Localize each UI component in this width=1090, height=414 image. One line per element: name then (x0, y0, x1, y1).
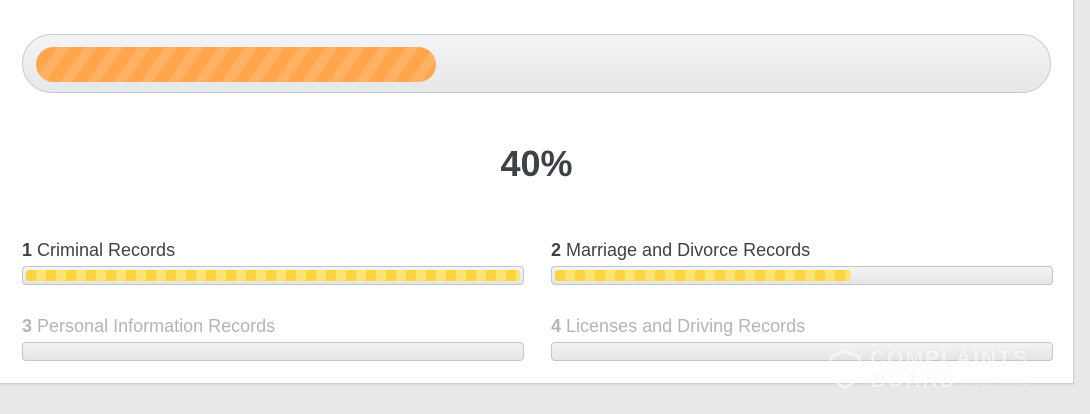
step-label: 3 Personal Information Records (22, 314, 524, 338)
step-progress-bar (22, 342, 524, 361)
step-progress-fill (555, 270, 851, 281)
step-label: 4 Licenses and Driving Records (551, 314, 1053, 338)
step-number: 4 (551, 316, 562, 336)
overall-progress-bar (22, 34, 1051, 93)
step-label: 1 Criminal Records (22, 238, 524, 262)
step-progress-fill (26, 270, 520, 281)
step-criminal-records: 1 Criminal Records (22, 238, 524, 285)
step-number: 3 (22, 316, 33, 336)
step-title: Criminal Records (37, 240, 176, 260)
step-title: Personal Information Records (37, 316, 276, 336)
step-number: 1 (22, 240, 33, 260)
step-progress-bar (22, 266, 524, 285)
step-progress-bar (551, 266, 1053, 285)
step-personal-information-records: 3 Personal Information Records (22, 314, 524, 361)
step-marriage-divorce-records: 2 Marriage and Divorce Records (551, 238, 1053, 285)
step-progress-bar (551, 342, 1053, 361)
step-title: Licenses and Driving Records (566, 316, 806, 336)
search-progress-panel: 40% 1 Criminal Records 2 Marriage and Di… (0, 0, 1074, 384)
step-licenses-driving-records: 4 Licenses and Driving Records (551, 314, 1053, 361)
overall-progress-fill (36, 47, 436, 82)
step-number: 2 (551, 240, 562, 260)
step-title: Marriage and Divorce Records (566, 240, 811, 260)
overall-progress-percent: 40% (500, 143, 573, 184)
step-label: 2 Marriage and Divorce Records (551, 238, 1053, 262)
